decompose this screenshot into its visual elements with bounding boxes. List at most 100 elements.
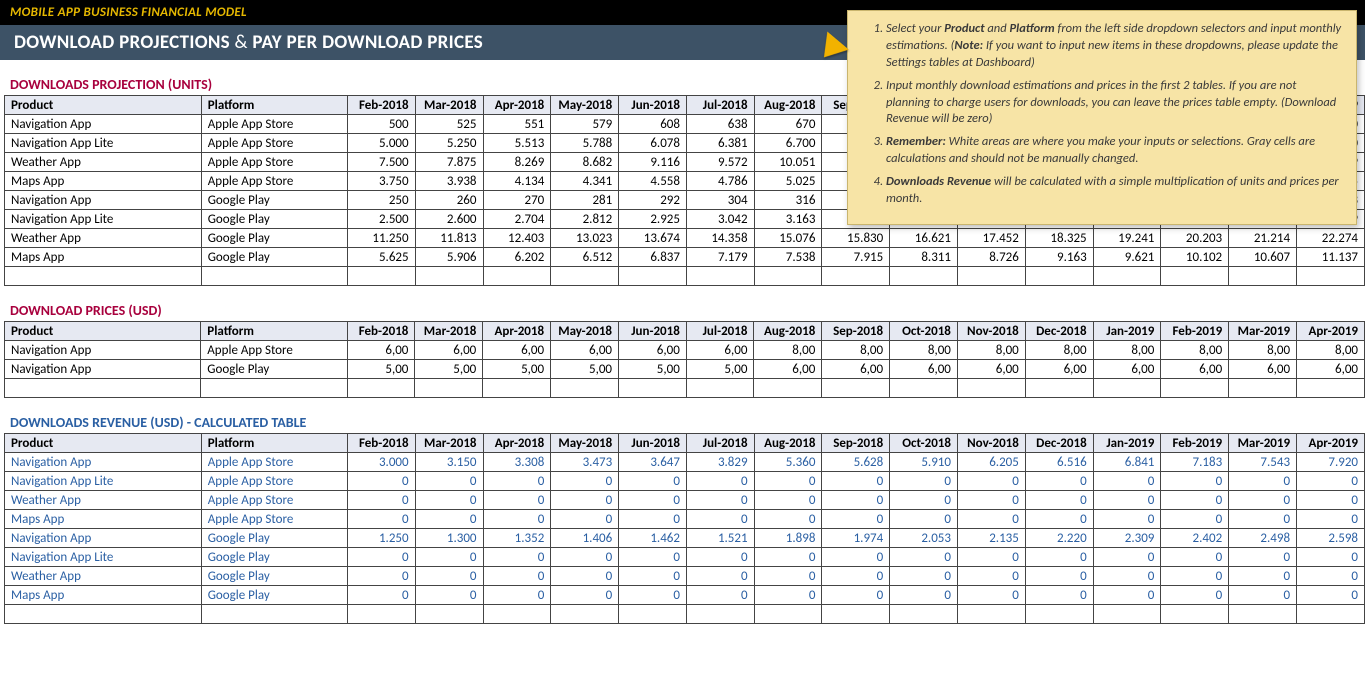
- cell-value[interactable]: 2.500: [347, 210, 415, 229]
- cell-value[interactable]: 5.906: [415, 248, 483, 267]
- cell-value[interactable]: 8,00: [957, 341, 1025, 360]
- cell-value[interactable]: 6,00: [415, 341, 483, 360]
- cell-value[interactable]: 4.786: [686, 172, 754, 191]
- cell-value[interactable]: 8,00: [1025, 341, 1093, 360]
- cell-value[interactable]: 260: [415, 191, 483, 210]
- cell-value[interactable]: 608: [619, 115, 687, 134]
- cell-value[interactable]: 6,00: [890, 360, 958, 379]
- cell-value[interactable]: 16.621: [890, 229, 958, 248]
- cell-value[interactable]: 4.341: [551, 172, 619, 191]
- cell-value[interactable]: 316: [754, 191, 822, 210]
- cell-value[interactable]: 8.311: [890, 248, 958, 267]
- cell-value[interactable]: 10.607: [1229, 248, 1297, 267]
- cell-value[interactable]: 6,00: [1161, 360, 1229, 379]
- cell-value[interactable]: 5,00: [415, 360, 483, 379]
- cell-value[interactable]: 7.875: [415, 153, 483, 172]
- cell-value[interactable]: 5,00: [347, 360, 415, 379]
- cell-value[interactable]: 500: [347, 115, 415, 134]
- cell-product[interactable]: Navigation App: [5, 360, 201, 379]
- cell-value[interactable]: 11.250: [347, 229, 415, 248]
- cell-value[interactable]: 3.750: [347, 172, 415, 191]
- cell-value[interactable]: 2.600: [415, 210, 483, 229]
- cell-value[interactable]: 6,00: [1093, 360, 1161, 379]
- cell-value[interactable]: 5,00: [619, 360, 687, 379]
- cell-value[interactable]: 250: [347, 191, 415, 210]
- cell-value[interactable]: 2.812: [551, 210, 619, 229]
- cell-value[interactable]: 8.682: [551, 153, 619, 172]
- cell-value[interactable]: 7.179: [686, 248, 754, 267]
- cell-value[interactable]: 14.358: [686, 229, 754, 248]
- cell-product[interactable]: Navigation App: [5, 341, 201, 360]
- cell-value[interactable]: 3.163: [754, 210, 822, 229]
- cell-value[interactable]: 8,00: [822, 341, 890, 360]
- cell-value[interactable]: 18.325: [1025, 229, 1093, 248]
- cell-value[interactable]: 6.837: [619, 248, 687, 267]
- cell-product[interactable]: Weather App: [5, 153, 202, 172]
- cell-value[interactable]: 12.403: [483, 229, 551, 248]
- cell-value[interactable]: 6.700: [754, 134, 822, 153]
- cell-value[interactable]: 20.203: [1161, 229, 1229, 248]
- cell-product[interactable]: Navigation App: [5, 191, 202, 210]
- cell-value[interactable]: 13.023: [551, 229, 619, 248]
- cell-value[interactable]: 8,00: [754, 341, 822, 360]
- cell-value[interactable]: 17.452: [957, 229, 1025, 248]
- cell-platform[interactable]: Apple App Store: [201, 153, 347, 172]
- cell-platform[interactable]: Apple App Store: [201, 341, 347, 360]
- cell-value[interactable]: 292: [619, 191, 687, 210]
- cell-value[interactable]: 6.512: [551, 248, 619, 267]
- cell-value[interactable]: 5,00: [483, 360, 551, 379]
- cell-value[interactable]: 2.704: [483, 210, 551, 229]
- cell-value[interactable]: 10.102: [1161, 248, 1229, 267]
- cell-value[interactable]: 6,00: [347, 341, 415, 360]
- cell-value[interactable]: 638: [686, 115, 754, 134]
- cell-value[interactable]: 6,00: [551, 341, 619, 360]
- cell-platform[interactable]: Apple App Store: [201, 134, 347, 153]
- cell-value[interactable]: 2.925: [619, 210, 687, 229]
- cell-value[interactable]: 4.134: [483, 172, 551, 191]
- cell-value[interactable]: 5.625: [347, 248, 415, 267]
- cell-value[interactable]: 8,00: [1229, 341, 1297, 360]
- cell-platform[interactable]: Google Play: [201, 229, 347, 248]
- cell-value[interactable]: 6,00: [686, 341, 754, 360]
- cell-product[interactable]: Maps App: [5, 172, 202, 191]
- cell-value[interactable]: 8.269: [483, 153, 551, 172]
- cell-value[interactable]: 6,00: [483, 341, 551, 360]
- cell-value[interactable]: 8,00: [1161, 341, 1229, 360]
- cell-value[interactable]: 7.915: [822, 248, 890, 267]
- cell-value[interactable]: 6,00: [1229, 360, 1297, 379]
- cell-value[interactable]: 8,00: [1297, 341, 1365, 360]
- cell-value[interactable]: 525: [415, 115, 483, 134]
- cell-value[interactable]: 19.241: [1093, 229, 1161, 248]
- cell-value[interactable]: 6,00: [1025, 360, 1093, 379]
- cell-value[interactable]: 281: [551, 191, 619, 210]
- cell-value[interactable]: 579: [551, 115, 619, 134]
- cell-value[interactable]: 9.116: [619, 153, 687, 172]
- cell-value[interactable]: 8,00: [1093, 341, 1161, 360]
- cell-value[interactable]: 4.558: [619, 172, 687, 191]
- cell-value[interactable]: 5.025: [754, 172, 822, 191]
- cell-value[interactable]: 15.830: [822, 229, 890, 248]
- cell-value[interactable]: 6,00: [957, 360, 1025, 379]
- cell-value[interactable]: 670: [754, 115, 822, 134]
- cell-product[interactable]: Navigation App Lite: [5, 210, 202, 229]
- cell-value[interactable]: 5.513: [483, 134, 551, 153]
- cell-value[interactable]: 3.042: [686, 210, 754, 229]
- cell-platform[interactable]: Google Play: [201, 210, 347, 229]
- cell-product[interactable]: Weather App: [5, 229, 202, 248]
- cell-value[interactable]: 9.621: [1093, 248, 1161, 267]
- cell-product[interactable]: Navigation App: [5, 115, 202, 134]
- cell-value[interactable]: 5,00: [686, 360, 754, 379]
- cell-value[interactable]: 21.214: [1229, 229, 1297, 248]
- cell-value[interactable]: 9.163: [1025, 248, 1093, 267]
- cell-value[interactable]: 5.788: [551, 134, 619, 153]
- cell-value[interactable]: 7.500: [347, 153, 415, 172]
- cell-value[interactable]: 6.381: [686, 134, 754, 153]
- cell-value[interactable]: 11.137: [1297, 248, 1365, 267]
- cell-value[interactable]: 8.726: [957, 248, 1025, 267]
- cell-product[interactable]: Maps App: [5, 248, 202, 267]
- cell-value[interactable]: 8,00: [890, 341, 958, 360]
- cell-value[interactable]: 9.572: [686, 153, 754, 172]
- cell-product[interactable]: Navigation App Lite: [5, 134, 202, 153]
- cell-value[interactable]: 6.078: [619, 134, 687, 153]
- cell-value[interactable]: 7.538: [754, 248, 822, 267]
